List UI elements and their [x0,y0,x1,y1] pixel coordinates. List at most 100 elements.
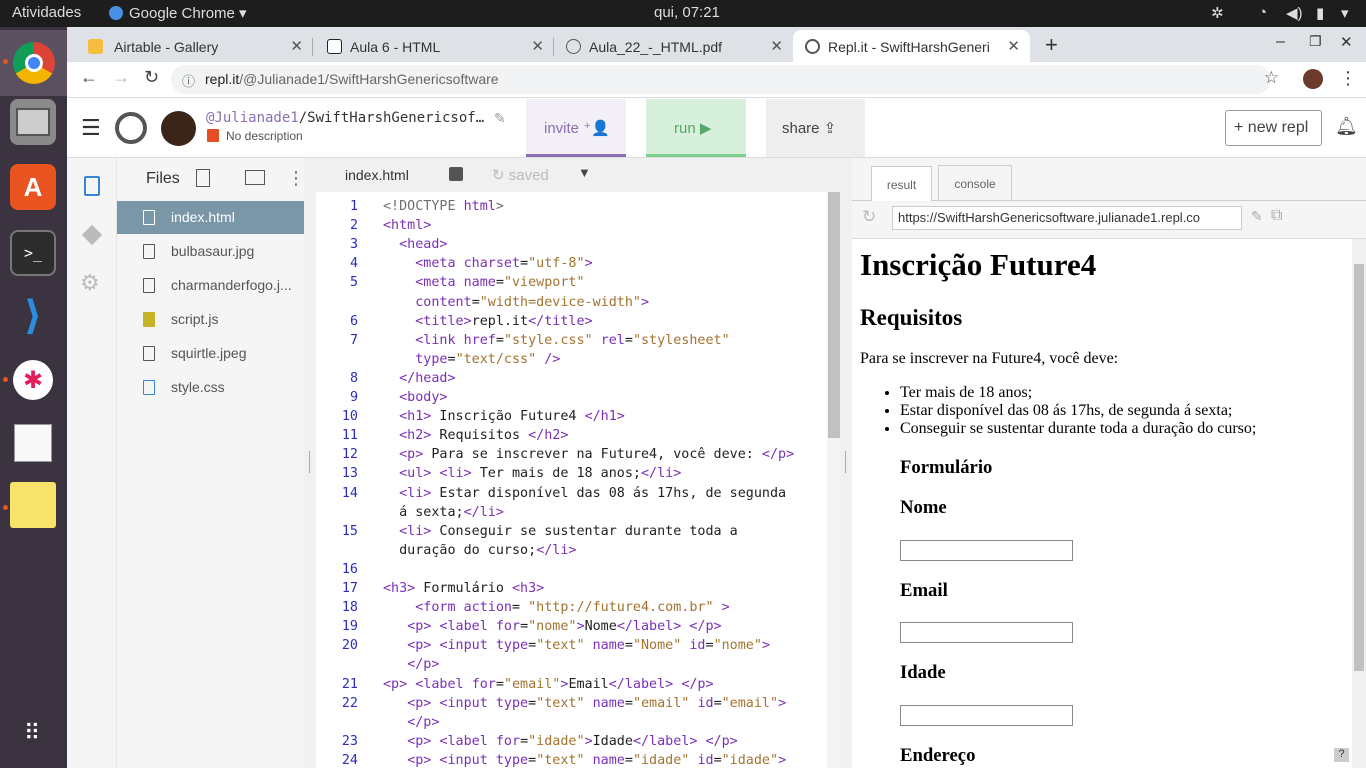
code-line[interactable]: <head> [383,237,447,252]
code-line[interactable]: <form action= "http://future4.com.br" > [383,600,729,615]
battery-icon[interactable]: ▮ [1316,4,1324,22]
dock-slack[interactable]: ✱ [10,357,56,403]
forward-button[interactable]: → [112,67,130,88]
close-tab-icon[interactable]: ✕ [290,37,303,55]
scrollbar-thumb[interactable] [1354,264,1364,671]
code-line[interactable]: <p> <label for="email">Email</label> </p… [383,677,714,692]
editor-tab-index[interactable]: index.html [345,167,409,183]
dock-software[interactable]: A [10,164,56,210]
help-button[interactable]: ? [1334,748,1349,762]
refresh-icon[interactable]: ↻ [862,207,876,227]
tab-airtable[interactable]: Airtable - Gallery ✕ [70,30,313,62]
code-line[interactable]: <ul> <li> Ter mais de 18 anos;</li> [383,466,681,481]
pane-divider[interactable] [840,158,852,768]
code-line[interactable]: <li> Estar disponível das 08 ás 17hs, de… [383,486,786,501]
tab-replit[interactable]: Repl.it - SwiftHarshGeneri ✕ [793,30,1030,62]
code-line[interactable]: <meta charset="utf-8"> [383,256,592,271]
file-item[interactable]: script.js [117,303,304,336]
dock-terminal[interactable]: >_ [10,230,56,276]
files-icon[interactable] [84,176,100,196]
minimize-button[interactable]: – [1276,33,1285,51]
code-line[interactable]: content="width=device-width"> [383,295,649,310]
nome-input[interactable] [900,540,1073,561]
code-line[interactable]: <p> <input type="text" name="Nome" id="n… [383,638,770,653]
code-line[interactable]: <p> <label for="idade">Idade</label> </p… [383,734,738,749]
scrollbar-thumb[interactable] [828,192,840,438]
new-repl-button[interactable]: + new repl [1225,110,1322,146]
format-icon[interactable] [449,167,463,181]
reload-button[interactable]: ↻ [144,67,159,88]
replit-logo[interactable] [115,112,147,144]
add-folder-icon[interactable] [245,170,265,185]
code-line[interactable]: <h1> Inscrição Future4 </h1> [383,409,625,424]
bookmark-star-icon[interactable]: ☆ [1264,68,1279,88]
dock-notes[interactable] [10,482,56,528]
editor-scrollbar[interactable] [827,192,840,768]
more-options-icon[interactable]: ⋮ [287,168,305,189]
code-line[interactable]: type="text/css" /> [383,352,560,367]
code-line[interactable]: <title>repl.it</title> [383,314,592,329]
code-line[interactable]: <li> Conseguir se sustentar durante toda… [383,524,738,539]
repl-title[interactable]: @Julianade1/SwiftHarshGenericsof… [206,110,484,126]
app-menu[interactable]: Google Chrome ▾ [109,4,247,22]
settings-gear-icon[interactable]: ⚙ [80,270,100,296]
avatar[interactable] [161,111,196,146]
file-item[interactable]: bulbasaur.jpg [117,235,304,268]
chevron-down-icon[interactable]: ▼ [578,165,591,180]
file-item[interactable]: index.html [117,201,304,234]
hamburger-menu-icon[interactable]: ☰ [81,115,101,141]
tab-console[interactable]: console [938,165,1012,200]
result-url-field[interactable]: https://SwiftHarshGenericsoftware.julian… [892,206,1242,230]
wifi-icon[interactable]: ◔ [1258,4,1267,21]
code-line[interactable]: <p> <input type="text" name="email" id="… [383,696,786,711]
result-scrollbar[interactable] [1352,239,1366,768]
back-button[interactable]: ← [80,67,98,88]
dock-vscode[interactable]: ⟩ [10,293,56,339]
tab-notion[interactable]: Aula 6 - HTML ✕ [313,30,554,62]
pane-divider[interactable] [304,158,316,768]
code-line[interactable]: <p> <input type="text" name="idade" id="… [383,753,786,768]
info-icon[interactable]: ⓘ [182,71,195,90]
edit-pencil-icon[interactable]: ✎ [1251,208,1263,225]
network-icon[interactable]: ✲ [1211,4,1224,22]
close-window-button[interactable]: ✕ [1340,33,1353,51]
open-new-window-icon[interactable]: ⧉ [1271,207,1282,225]
edit-pencil-icon[interactable]: ✎ [494,110,506,127]
profile-avatar[interactable] [1303,69,1323,89]
system-menu-icon[interactable]: ▾ [1341,4,1349,22]
code-line[interactable]: <p> <label for="nome">Nome</label> </p> [383,619,721,634]
code-line[interactable]: <p> Para se inscrever na Future4, você d… [383,447,794,462]
code-line[interactable]: <!DOCTYPE html> [383,199,504,214]
packages-icon[interactable] [81,224,103,246]
code-line[interactable]: </head> [383,371,455,386]
code-line[interactable]: á sexta;</li> [383,505,504,520]
menu-dots-icon[interactable]: ⋮ [1339,68,1357,89]
invite-button[interactable]: invite ⁺👤 [526,99,626,157]
tab-pdf[interactable]: Aula_22_-_HTML.pdf ✕ [554,30,793,62]
add-file-icon[interactable] [196,169,210,187]
tab-result[interactable]: result [871,166,932,202]
run-button[interactable]: run ▶ [646,99,746,157]
file-item[interactable]: style.css [117,371,304,404]
dock-text-editor[interactable] [10,420,56,466]
maximize-button[interactable]: ❐ [1309,33,1322,50]
notification-bell-icon[interactable]: 🔔︎ [1335,116,1358,137]
code-area[interactable]: 1 <!DOCTYPE html> 2 <html> 3 <head> 4 <meta c… [316,192,826,768]
clock[interactable]: qui, 07:21 [654,4,720,21]
code-line[interactable]: duração do curso;</li> [383,543,576,558]
code-line[interactable]: </p> [383,657,439,672]
repl-description[interactable]: No description [226,129,303,143]
dock-files[interactable] [10,99,56,145]
activities-button[interactable]: Atividades [12,4,81,21]
file-item[interactable]: charmanderfogo.j... [117,269,304,302]
code-line[interactable]: <link href="style.css" rel="stylesheet" [383,333,729,348]
idade-input[interactable] [900,705,1073,726]
code-line[interactable]: <meta name="viewport" [383,275,584,290]
volume-icon[interactable]: ◀) [1286,4,1303,22]
code-line[interactable]: <h3> Formulário <h3> [383,581,544,596]
code-line[interactable]: </p> [383,715,439,730]
address-bar[interactable]: ⓘ repl.it/@Julianade1/SwiftHarshGenerics… [171,65,1279,94]
code-line[interactable]: <h2> Requisitos </h2> [383,428,568,443]
dock-show-apps[interactable]: ⠿ [10,710,56,756]
email-input[interactable] [900,622,1073,643]
